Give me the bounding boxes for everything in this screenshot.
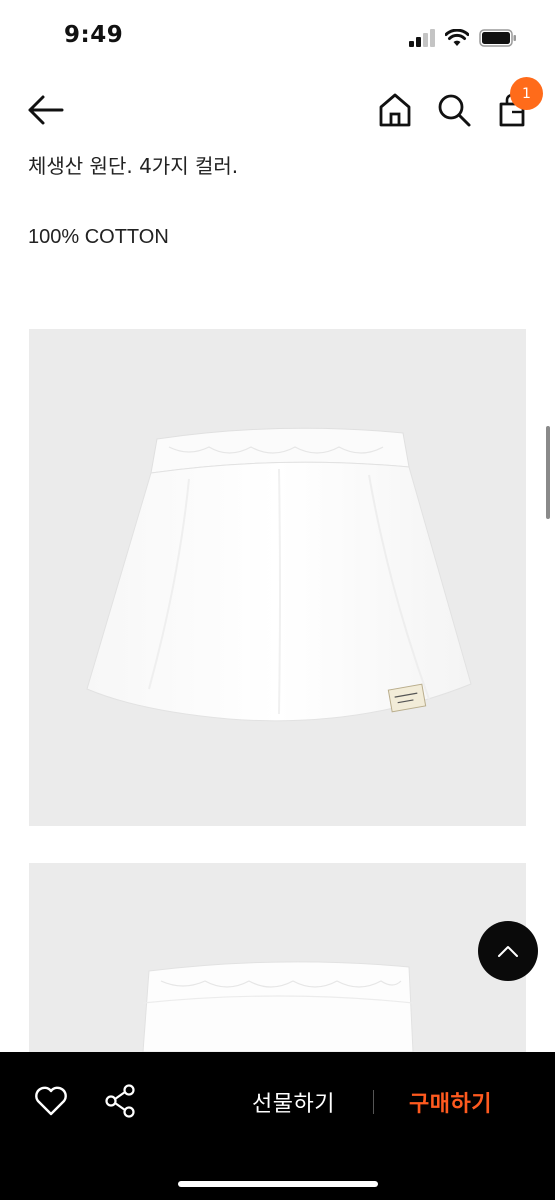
gift-button[interactable]: 선물하기 [252, 1086, 335, 1118]
battery-icon [479, 29, 516, 47]
buy-button[interactable]: 구매하기 [409, 1086, 492, 1118]
bottom-action-bar [0, 1052, 555, 1200]
status-time: 9:49 [64, 22, 124, 48]
share-icon[interactable] [104, 1084, 136, 1118]
top-nav [0, 74, 555, 146]
scroll-indicator[interactable] [546, 426, 550, 519]
signal-icon [409, 29, 435, 47]
skirt-illustration [142, 961, 414, 1052]
product-image [29, 329, 526, 826]
bottom-bar-divider [373, 1090, 374, 1114]
status-bar: 9:49 [0, 0, 555, 74]
home-indicator [178, 1181, 378, 1187]
chevron-up-icon [498, 946, 518, 957]
search-icon[interactable] [436, 92, 472, 128]
status-icons [409, 26, 517, 50]
wifi-icon [445, 29, 469, 46]
product-image [29, 863, 526, 1052]
cart-count-badge: 1 [510, 77, 543, 110]
product-description: 체생산 원단. 4가지 컬러. [28, 154, 239, 178]
product-material: 100% COTTON [28, 226, 169, 248]
heart-icon[interactable] [34, 1085, 68, 1117]
skirt-illustration [86, 427, 472, 722]
home-icon[interactable] [378, 92, 412, 128]
back-arrow-icon[interactable] [26, 92, 66, 128]
scroll-to-top-button[interactable] [478, 921, 538, 981]
